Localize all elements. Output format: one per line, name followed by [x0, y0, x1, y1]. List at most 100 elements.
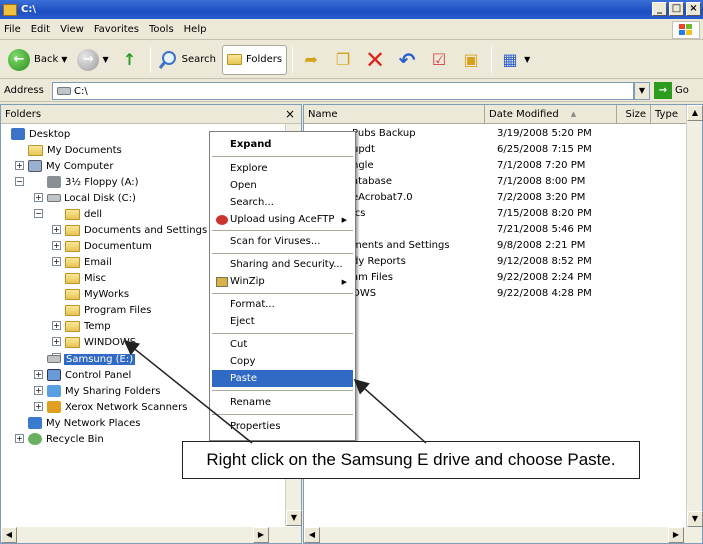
maximize-button[interactable]: □	[669, 2, 684, 16]
views-dropdown-icon[interactable]: ▼	[524, 55, 530, 64]
tree-item-program-files[interactable]: Program Files	[65, 302, 151, 318]
expand-icon[interactable]: +	[34, 386, 43, 395]
tree-item-documents-and-settings[interactable]: Documents and Settings	[65, 222, 207, 238]
search-button[interactable]: Search	[154, 45, 220, 75]
go-button[interactable]: → Go	[654, 82, 689, 99]
expand-icon[interactable]: +	[34, 402, 43, 411]
column-type[interactable]: Type	[651, 105, 688, 124]
menu-item-copy[interactable]: Copy	[212, 353, 353, 370]
scroll-right-icon[interactable]: ▶	[253, 527, 269, 543]
control-panel-icon	[47, 369, 61, 381]
close-pane-icon[interactable]: ×	[285, 107, 295, 121]
collapse-icon[interactable]: −	[34, 209, 43, 218]
scroll-down-icon[interactable]: ▼	[687, 511, 703, 527]
tree-item-windows[interactable]: WINDOWS	[65, 334, 136, 350]
tree-item-control-panel[interactable]: Control Panel	[47, 367, 131, 383]
menu-item-scan-viruses[interactable]: Scan for Viruses...	[212, 233, 353, 250]
menu-item-expand[interactable]: Expand	[212, 136, 353, 153]
files-vertical-scrollbar[interactable]: ▲ ▼	[686, 105, 703, 527]
column-date-modified[interactable]: Date Modified ▲	[485, 105, 617, 124]
forward-dropdown-icon[interactable]: ▼	[102, 55, 108, 64]
scroll-right-icon[interactable]: ▶	[668, 527, 684, 543]
tree-item-my-documents[interactable]: My Documents	[28, 142, 122, 158]
menu-item-properties[interactable]: Properties	[212, 418, 353, 435]
expand-icon[interactable]: +	[52, 257, 61, 266]
menu-item-upload-aceftp[interactable]: Upload using AceFTP ▶	[212, 211, 353, 228]
scroll-down-icon[interactable]: ▼	[286, 510, 302, 526]
move-to-icon: ➦	[304, 50, 318, 69]
minimize-button[interactable]: _	[652, 2, 667, 16]
tree-item-desktop[interactable]: Desktop	[11, 126, 70, 142]
copy-to-button[interactable]: ❐	[328, 45, 358, 75]
move-to-button[interactable]: ➦	[296, 45, 326, 75]
file-row-name[interactable]: Pubs Backup	[352, 125, 416, 141]
address-input[interactable]: C:\	[52, 82, 634, 100]
tree-item-recycle-bin[interactable]: Recycle Bin	[28, 431, 104, 447]
expand-icon[interactable]: +	[34, 370, 43, 379]
tree-item-my-network-places[interactable]: My Network Places	[28, 415, 140, 431]
column-size[interactable]: Size	[617, 105, 651, 124]
scroll-up-icon[interactable]: ▲	[687, 105, 703, 121]
tree-item-email[interactable]: Email	[65, 254, 112, 270]
expand-icon[interactable]: +	[34, 193, 43, 202]
tree-item-misc[interactable]: Misc	[65, 270, 106, 286]
tree-item-temp[interactable]: Temp	[65, 318, 111, 334]
close-button[interactable]: ×	[686, 2, 701, 16]
expand-icon[interactable]: +	[15, 161, 24, 170]
column-name[interactable]: Name	[304, 105, 485, 124]
up-folder-button[interactable]: ↑	[115, 45, 145, 75]
file-row-name[interactable]: am Files	[352, 269, 393, 285]
menu-item-search[interactable]: Search...	[212, 194, 353, 211]
file-row-name[interactable]: dy Reports	[352, 253, 406, 269]
menu-item-rename[interactable]: Rename	[212, 394, 353, 411]
files-horizontal-scrollbar[interactable]: ◀ ▶	[304, 527, 702, 543]
tree-item-floppy[interactable]: 3½ Floppy (A:)	[47, 174, 139, 190]
expand-icon[interactable]: +	[52, 225, 61, 234]
menu-item-cut[interactable]: Cut	[212, 336, 353, 353]
expand-icon[interactable]: +	[15, 434, 24, 443]
menu-item-paste[interactable]: Paste	[212, 370, 353, 387]
file-row-name[interactable]: eAcrobat7.0	[352, 189, 413, 205]
tree-item-xerox-network-scanners[interactable]: Xerox Network Scanners	[47, 399, 187, 415]
file-row-name[interactable]: ments and Settings	[352, 237, 450, 253]
delete-button[interactable]: ✕	[360, 45, 390, 75]
address-value: C:\	[74, 85, 88, 97]
scroll-left-icon[interactable]: ◀	[1, 527, 17, 543]
menu-help[interactable]: Help	[184, 24, 207, 35]
menu-item-sharing-security[interactable]: Sharing and Security...	[212, 256, 353, 273]
tree-item-samsung-e[interactable]: Samsung (E:)	[47, 351, 136, 367]
back-button[interactable]: ← Back ▼	[4, 45, 71, 75]
menu-item-format[interactable]: Format...	[212, 296, 353, 313]
menu-item-explore[interactable]: Explore	[212, 160, 353, 177]
tree-item-myworks[interactable]: MyWorks	[65, 286, 129, 302]
menu-item-winzip[interactable]: WinZip ▶	[212, 273, 353, 290]
menu-edit[interactable]: Edit	[31, 24, 50, 35]
copy-to-icon: ❐	[335, 50, 351, 69]
folders-button[interactable]: Folders	[221, 44, 288, 75]
menu-view[interactable]: View	[60, 24, 84, 35]
menu-file[interactable]: File	[4, 24, 21, 35]
expand-icon[interactable]: +	[52, 337, 61, 346]
tree-item-dell[interactable]: dell	[65, 206, 102, 222]
back-dropdown-icon[interactable]: ▼	[61, 55, 67, 64]
expand-icon[interactable]: +	[52, 241, 61, 250]
folder-check-button[interactable]: ▣	[456, 45, 486, 75]
views-button[interactable]: ▦ ▼	[495, 45, 534, 75]
collapse-icon[interactable]: −	[15, 177, 24, 186]
menu-item-eject[interactable]: Eject	[212, 313, 353, 330]
tree-item-documentum[interactable]: Documentum	[65, 238, 152, 254]
scroll-left-icon[interactable]: ◀	[304, 527, 320, 543]
folders-horizontal-scrollbar[interactable]: ◀ ▶	[1, 527, 301, 543]
menu-item-open[interactable]: Open	[212, 177, 353, 194]
menu-favorites[interactable]: Favorites	[94, 24, 139, 35]
expand-icon[interactable]: +	[52, 321, 61, 330]
tree-item-local-disk-c[interactable]: Local Disk (C:)	[47, 190, 136, 206]
tree-item-my-sharing-folders[interactable]: My Sharing Folders	[47, 383, 160, 399]
menu-tools[interactable]: Tools	[149, 24, 174, 35]
file-row-name[interactable]: atabase	[352, 173, 392, 189]
properties-check-button[interactable]: ☑	[424, 45, 454, 75]
undo-button[interactable]: ↶	[392, 45, 422, 75]
tree-item-my-computer[interactable]: My Computer	[28, 158, 113, 174]
address-dropdown-icon[interactable]: ▼	[634, 82, 650, 100]
forward-button[interactable]: → ▼	[73, 45, 112, 75]
